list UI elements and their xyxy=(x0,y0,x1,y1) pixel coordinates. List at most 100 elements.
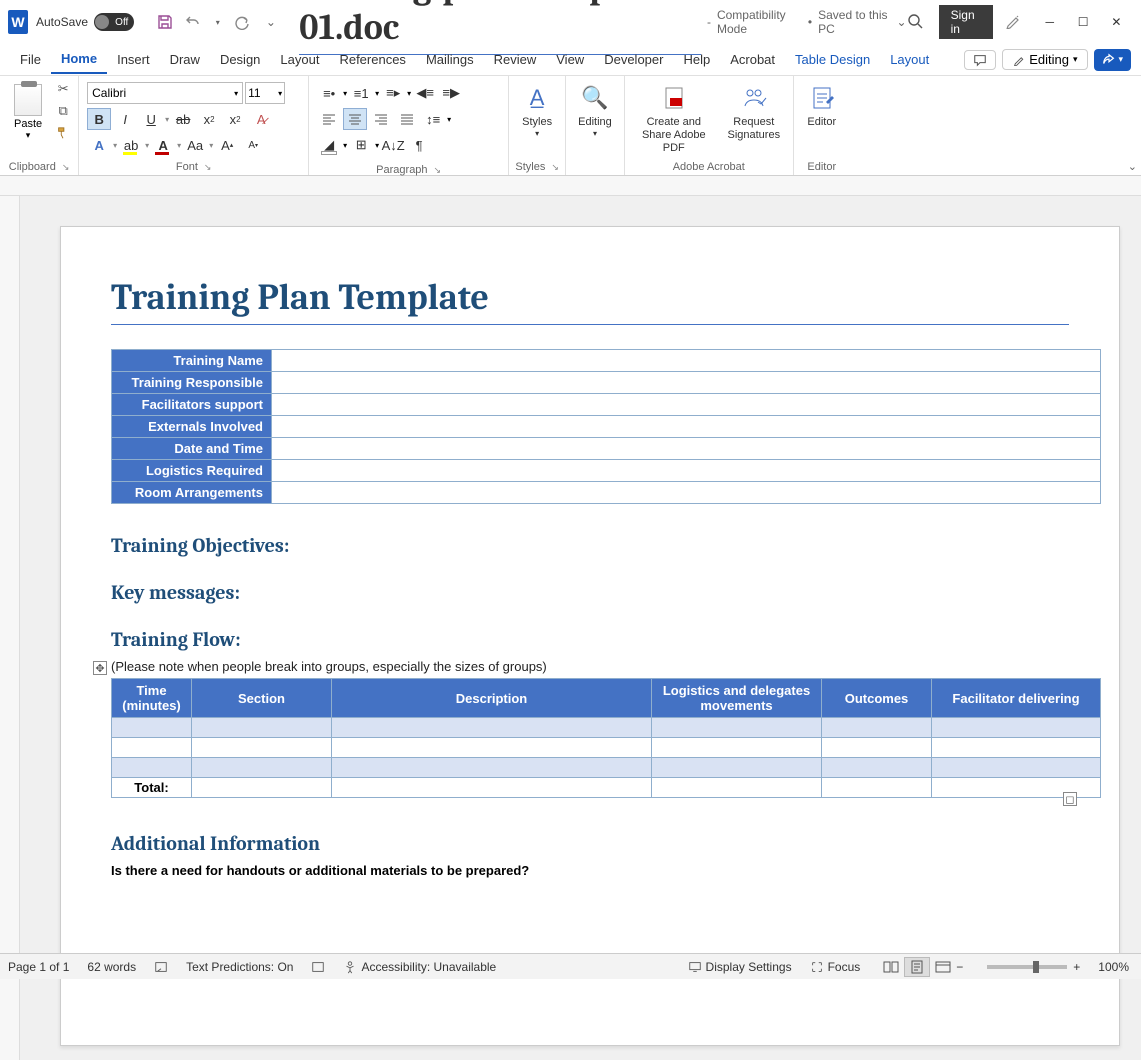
info-label-externals[interactable]: Externals Involved xyxy=(112,416,272,438)
change-case-button[interactable]: Aa xyxy=(183,134,207,156)
print-layout-button[interactable] xyxy=(904,957,930,977)
table-cell[interactable] xyxy=(652,758,822,778)
multilevel-button[interactable]: ≡▸ xyxy=(381,82,405,104)
tab-table-layout[interactable]: Layout xyxy=(880,46,939,73)
paste-button[interactable]: Paste ▾ xyxy=(10,82,46,143)
info-value-externals[interactable] xyxy=(272,416,1101,438)
increase-indent-button[interactable]: ≡▶ xyxy=(439,82,463,104)
table-cell[interactable] xyxy=(192,778,332,798)
info-value-room[interactable] xyxy=(272,482,1101,504)
shading-button[interactable]: ◢ xyxy=(317,134,341,156)
info-label-datetime[interactable]: Date and Time xyxy=(112,438,272,460)
align-center-button[interactable] xyxy=(343,108,367,130)
shrink-font-button[interactable]: A▾ xyxy=(241,134,265,156)
copy-icon[interactable]: ⧉ xyxy=(53,101,73,121)
search-icon[interactable] xyxy=(907,13,923,32)
table-cell[interactable] xyxy=(332,758,652,778)
tab-view[interactable]: View xyxy=(546,46,594,73)
minimize-button[interactable]: ─ xyxy=(1033,7,1066,37)
document-title[interactable]: Training Plan Template xyxy=(111,277,1069,325)
table-cell[interactable] xyxy=(822,758,932,778)
justify-button[interactable] xyxy=(395,108,419,130)
info-label-room[interactable]: Room Arrangements xyxy=(112,482,272,504)
subscript-button[interactable]: x2 xyxy=(197,108,221,130)
training-flow-heading[interactable]: Training Flow: xyxy=(111,628,1069,651)
zoom-slider[interactable] xyxy=(987,965,1067,969)
format-painter-icon[interactable] xyxy=(53,123,73,143)
sign-in-button[interactable]: Sign in xyxy=(939,5,994,39)
table-cell[interactable] xyxy=(822,778,932,798)
decrease-indent-button[interactable]: ◀≡ xyxy=(413,82,437,104)
info-value-logistics[interactable] xyxy=(272,460,1101,482)
info-value-responsible[interactable] xyxy=(272,372,1101,394)
info-value-datetime[interactable] xyxy=(272,438,1101,460)
coming-soon-icon[interactable] xyxy=(1005,13,1021,32)
borders-button[interactable]: ⊞ xyxy=(349,134,373,156)
cut-icon[interactable]: ✂ xyxy=(53,79,73,99)
share-button[interactable]: ▾ xyxy=(1094,49,1131,71)
editing-button[interactable]: 🔍 Editing ▾ xyxy=(570,78,620,143)
font-color-button[interactable]: A xyxy=(151,134,175,156)
chevron-down-icon[interactable]: ▾ xyxy=(375,89,379,98)
chevron-down-icon[interactable]: ▾ xyxy=(113,141,117,150)
chevron-down-icon[interactable]: ▾ xyxy=(177,141,181,150)
table-cell[interactable] xyxy=(932,718,1101,738)
info-label-facilitators[interactable]: Facilitators support xyxy=(112,394,272,416)
tab-insert[interactable]: Insert xyxy=(107,46,160,73)
key-messages-heading[interactable]: Key messages: xyxy=(111,581,1069,604)
display-settings-button[interactable]: Display Settings xyxy=(688,960,792,974)
show-marks-button[interactable]: ¶ xyxy=(407,134,431,156)
request-signatures-button[interactable]: Request Signatures xyxy=(719,78,789,146)
flow-col-facilitator[interactable]: Facilitator delivering xyxy=(932,679,1101,718)
info-label-responsible[interactable]: Training Responsible xyxy=(112,372,272,394)
table-cell[interactable] xyxy=(822,738,932,758)
flow-col-description[interactable]: Description xyxy=(332,679,652,718)
font-size-combo[interactable]: 11▾ xyxy=(245,82,285,104)
table-cell[interactable] xyxy=(112,718,192,738)
table-cell[interactable] xyxy=(652,718,822,738)
chevron-down-icon[interactable]: ▾ xyxy=(209,141,213,150)
chevron-down-icon[interactable]: ▾ xyxy=(343,89,347,98)
sort-button[interactable]: A↓Z xyxy=(381,134,405,156)
clipboard-launcher-icon[interactable]: ↘ xyxy=(62,162,70,173)
table-cell[interactable] xyxy=(192,718,332,738)
table-cell[interactable] xyxy=(332,778,652,798)
create-share-pdf-button[interactable]: Create and Share Adobe PDF xyxy=(629,78,719,160)
chevron-down-icon[interactable]: ▾ xyxy=(145,141,149,150)
flow-col-time[interactable]: Time (minutes) xyxy=(112,679,192,718)
save-icon[interactable] xyxy=(156,12,173,32)
text-predictions-status[interactable]: Text Predictions: On xyxy=(186,960,293,974)
spellcheck-icon[interactable] xyxy=(154,960,168,974)
chevron-down-icon[interactable]: ▾ xyxy=(375,141,379,150)
align-left-button[interactable] xyxy=(317,108,341,130)
comments-button[interactable] xyxy=(964,50,996,70)
tab-help[interactable]: Help xyxy=(673,46,720,73)
tab-mailings[interactable]: Mailings xyxy=(416,46,484,73)
tab-table-design[interactable]: Table Design xyxy=(785,46,880,73)
vertical-ruler[interactable] xyxy=(0,196,20,1060)
additional-question[interactable]: Is there a need for handouts or addition… xyxy=(111,863,1069,878)
zoom-out-button[interactable]: − xyxy=(956,960,963,974)
tab-design[interactable]: Design xyxy=(210,46,270,73)
bullets-button[interactable]: ≡• xyxy=(317,82,341,104)
page-status[interactable]: Page 1 of 1 xyxy=(8,960,69,974)
qat-customize-icon[interactable]: ⌄ xyxy=(263,12,280,32)
table-cell[interactable] xyxy=(932,738,1101,758)
superscript-button[interactable]: x2 xyxy=(223,108,247,130)
styles-launcher-icon[interactable]: ↘ xyxy=(551,162,559,173)
font-name-combo[interactable]: Calibri▾ xyxy=(87,82,243,104)
table-cell[interactable] xyxy=(192,738,332,758)
zoom-level[interactable]: 100% xyxy=(1098,960,1129,974)
font-launcher-icon[interactable]: ↘ xyxy=(204,162,212,173)
word-count[interactable]: 62 words xyxy=(87,960,136,974)
italic-button[interactable]: I xyxy=(113,108,137,130)
objectives-heading[interactable]: Training Objectives: xyxy=(111,534,1069,557)
table-cell[interactable] xyxy=(112,758,192,778)
macro-icon[interactable] xyxy=(311,960,325,974)
tab-references[interactable]: References xyxy=(329,46,415,73)
info-label-logistics[interactable]: Logistics Required xyxy=(112,460,272,482)
table-cell[interactable] xyxy=(932,758,1101,778)
page[interactable]: Training Plan Template Training Name Tra… xyxy=(60,226,1120,1046)
chevron-down-icon[interactable]: ▾ xyxy=(165,115,169,124)
flow-col-logistics[interactable]: Logistics and delegates movements xyxy=(652,679,822,718)
